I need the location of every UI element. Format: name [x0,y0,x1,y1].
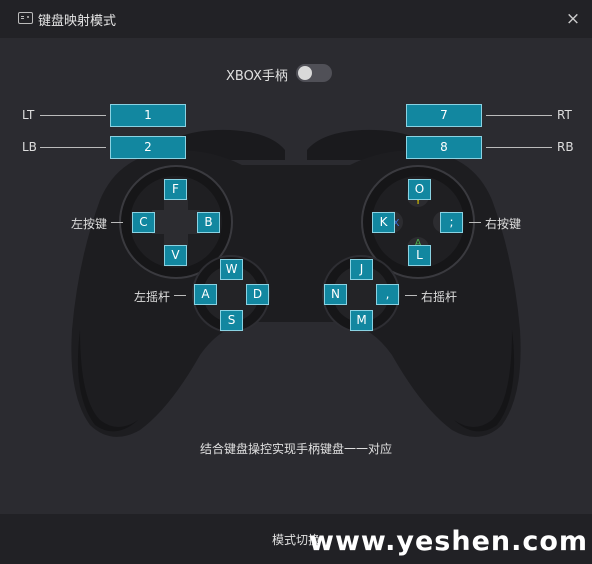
right-stick-right-key[interactable]: , [376,284,399,305]
right-stick-up-key[interactable]: J [350,259,373,280]
right-stick-left-key[interactable]: N [324,284,347,305]
lb-label: LB [22,140,37,154]
dpad-leader-line [111,222,123,223]
left-stick-left-key[interactable]: A [194,284,217,305]
rt-key[interactable]: 7 [406,104,482,127]
lb-leader-line [40,147,106,148]
lb-key[interactable]: 2 [110,136,186,159]
lt-label: LT [22,108,35,122]
rb-leader-line [486,147,552,148]
left-stick-up-key[interactable]: W [220,259,243,280]
rt-leader-line [486,115,552,116]
button-left-key[interactable]: K [372,212,395,233]
rt-label: RT [557,108,572,122]
dpad-label: 左按键 [71,217,108,231]
button-right-key[interactable]: ; [440,212,463,233]
buttons-label: 右按键 [485,217,522,231]
dpad-down-key[interactable]: V [164,245,187,266]
watermark: www.yeshen.com [309,526,589,557]
button-top-key[interactable]: O [408,179,431,200]
description-text: 结合键盘操控实现手柄键盘一一对应 [199,442,392,456]
rb-label: RB [557,140,574,154]
gamepad-illustration: Y A X [71,129,521,437]
left-stick-label: 左摇杆 [134,290,171,304]
dpad-up-key[interactable]: F [164,179,187,200]
right-stick-down-key[interactable]: M [350,310,373,331]
left-stick-right-key[interactable]: D [246,284,269,305]
left-stick-down-key[interactable]: S [220,310,243,331]
dpad-left-key[interactable]: C [132,212,155,233]
right-stick-label: 右摇杆 [421,290,458,304]
right-stick-leader-line [405,295,417,296]
lt-leader-line [40,115,106,116]
lt-key[interactable]: 1 [110,104,186,127]
left-stick-leader-line [174,295,186,296]
button-bottom-key[interactable]: L [408,245,431,266]
dpad-right-key[interactable]: B [197,212,220,233]
rb-key[interactable]: 8 [406,136,482,159]
buttons-leader-line [469,222,481,223]
